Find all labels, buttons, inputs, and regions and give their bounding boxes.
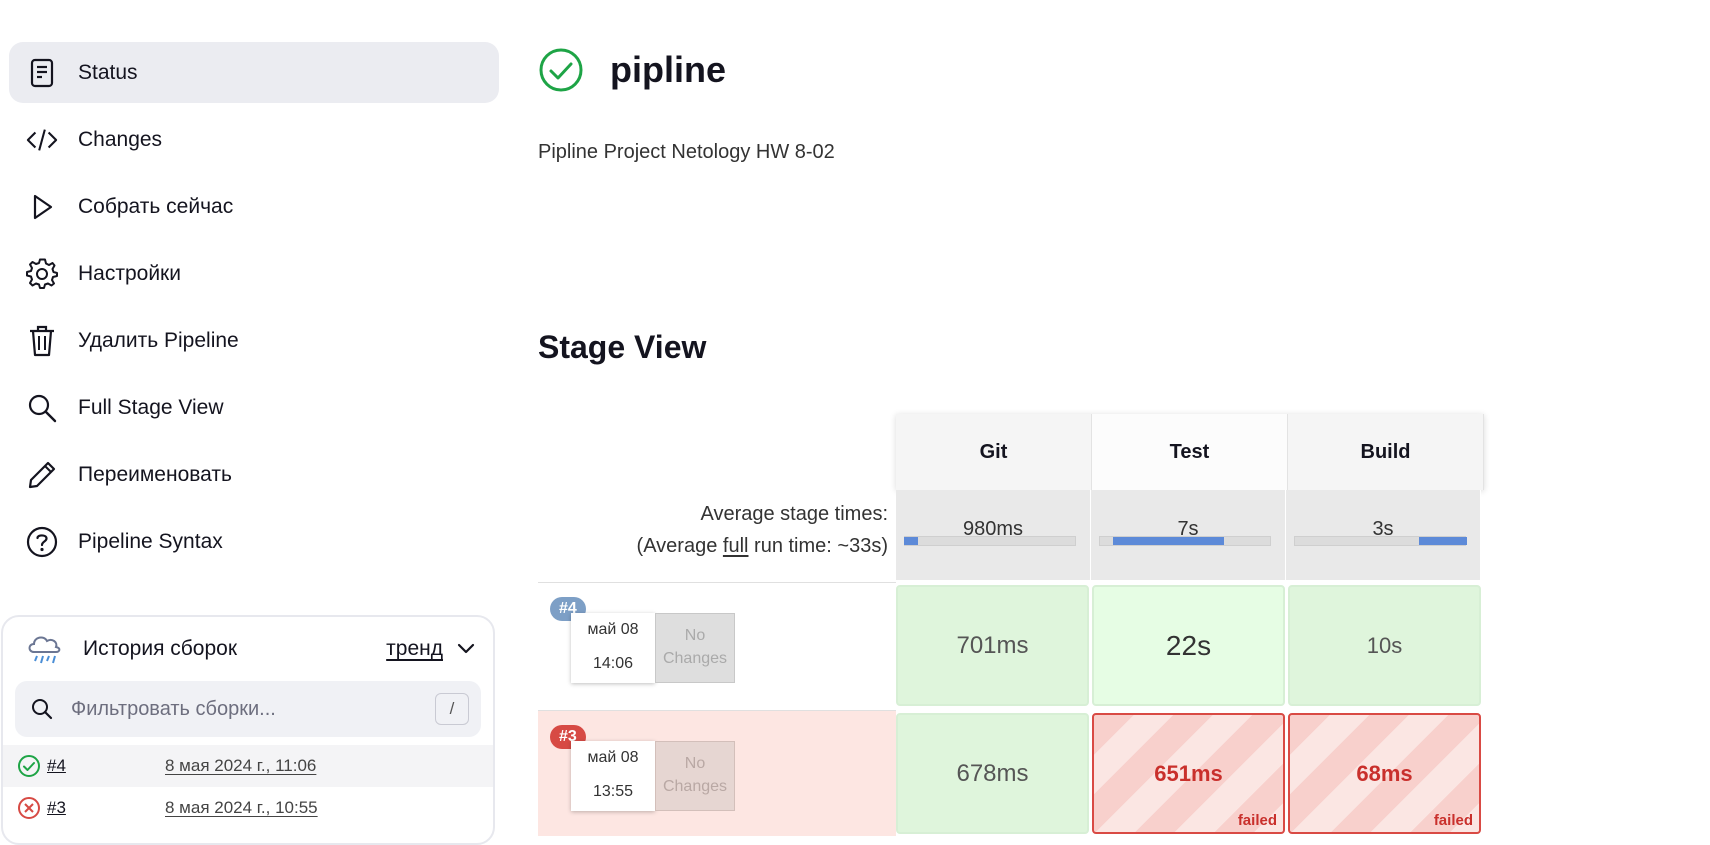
keyboard-shortcut-hint: / xyxy=(435,693,469,725)
build-history-title: История сборок xyxy=(83,637,238,660)
average-time-bar-fill xyxy=(1112,537,1224,545)
stage-header-git: Git xyxy=(896,414,1092,490)
sidebar-item-label: Настройки xyxy=(78,261,181,285)
sidebar-item-label: Status xyxy=(78,60,138,84)
stage-cell[interactable]: 10s xyxy=(1288,585,1481,706)
average-stage-times-text: Average stage times: xyxy=(700,503,888,525)
sidebar-item-label: Pipeline Syntax xyxy=(78,529,223,553)
full-run-prefix: (Average xyxy=(636,535,723,557)
chevron-down-icon[interactable] xyxy=(457,643,475,655)
play-icon xyxy=(26,191,58,223)
document-icon xyxy=(26,57,58,89)
sidebar-item-delete-pipeline[interactable]: Удалить Pipeline xyxy=(9,310,499,371)
search-icon xyxy=(31,698,53,720)
gear-icon xyxy=(26,258,58,290)
pipeline-run-row: #3 май 08 13:55 No Changes 678ms 651ms f… xyxy=(538,710,1486,836)
sidebar-item-full-stage-view[interactable]: Full Stage View xyxy=(9,377,499,438)
run-info: #4 май 08 14:06 No Changes xyxy=(538,582,896,708)
average-time-cell: 3s xyxy=(1286,490,1481,580)
sidebar-item-settings[interactable]: Настройки xyxy=(9,243,499,304)
average-times-row: 980ms 7s 3s xyxy=(896,490,1481,580)
stage-failed-label: failed xyxy=(1433,812,1473,829)
stage-duration: 68ms xyxy=(1356,760,1413,786)
pipeline-run-row: #4 май 08 14:06 No Changes 701ms 22s 10s xyxy=(538,582,1486,708)
full-run-suffix: run time: ~33s) xyxy=(748,535,888,557)
pencil-icon xyxy=(26,459,58,491)
filter-builds-box: / xyxy=(15,681,481,737)
trend-link[interactable]: тренд xyxy=(386,637,443,661)
help-circle-icon xyxy=(26,526,58,558)
average-time-cell: 7s xyxy=(1091,490,1286,580)
run-date: май 08 xyxy=(587,621,639,638)
stage-duration: 701ms xyxy=(956,631,1029,659)
run-time: 14:06 xyxy=(592,655,634,672)
build-history-row[interactable]: #4 8 мая 2024 г., 11:06 xyxy=(3,745,493,787)
stage-cell-failed[interactable]: 68ms failed xyxy=(1288,713,1481,834)
sidebar-item-label: Собрать сейчас xyxy=(78,194,234,218)
average-full-run-text: (Average full run time: ~33s) xyxy=(538,530,888,562)
trash-icon xyxy=(26,325,58,357)
sidebar-item-rename[interactable]: Переименовать xyxy=(9,444,499,505)
stage-failed-label: failed xyxy=(1237,812,1277,829)
stage-header-row: Git Test Build xyxy=(896,414,1484,490)
run-date-card: май 08 14:06 xyxy=(571,613,655,683)
stage-duration: 678ms xyxy=(956,759,1029,787)
average-time-cell: 980ms xyxy=(896,490,1091,580)
build-date-link[interactable]: 8 мая 2024 г., 11:06 xyxy=(165,756,316,776)
code-icon xyxy=(26,124,58,156)
failed-status-icon xyxy=(17,796,41,820)
stage-duration: 10s xyxy=(1366,632,1403,658)
stage-cell-failed[interactable]: 651ms failed xyxy=(1092,713,1285,834)
filter-builds-input[interactable] xyxy=(69,696,435,722)
sidebar-item-pipeline-syntax[interactable]: Pipeline Syntax xyxy=(9,511,499,572)
success-status-icon xyxy=(538,47,584,93)
stage-view-title: Stage View xyxy=(538,329,707,365)
build-number-link[interactable]: #4 xyxy=(47,756,165,776)
run-date-card: май 08 13:55 xyxy=(571,741,655,811)
stage-header-test: Test xyxy=(1092,414,1288,490)
build-history-panel: История сборок тренд / #4 8 мая 2024 г.,… xyxy=(1,615,495,845)
run-time: 13:55 xyxy=(592,783,634,800)
sidebar-item-changes[interactable]: Changes xyxy=(9,109,499,170)
sidebar-item-status[interactable]: Status xyxy=(9,42,499,103)
stage-cell[interactable]: 678ms xyxy=(896,713,1089,834)
sidebar-item-label: Full Stage View xyxy=(78,395,224,419)
sidebar-item-build-now[interactable]: Собрать сейчас xyxy=(9,176,499,237)
run-changes[interactable]: No Changes xyxy=(655,741,735,811)
sidebar-item-label: Удалить Pipeline xyxy=(78,328,239,352)
project-description: Pipline Project Netology HW 8-02 xyxy=(538,141,835,163)
stage-duration: 651ms xyxy=(1154,760,1223,786)
full-run-link[interactable]: full xyxy=(723,535,749,557)
rain-cloud-icon xyxy=(25,630,63,668)
stage-header-build: Build xyxy=(1288,414,1484,490)
run-changes[interactable]: No Changes xyxy=(655,613,735,683)
build-number-link[interactable]: #3 xyxy=(47,798,165,818)
search-icon xyxy=(26,392,58,424)
sidebar-item-label: Changes xyxy=(78,127,163,151)
run-date: май 08 xyxy=(587,749,639,766)
success-status-icon xyxy=(17,754,41,778)
sidebar: Status Changes Собрать сейчас Настройки … xyxy=(9,42,499,578)
average-times-label: Average stage times: (Average full run t… xyxy=(538,490,888,580)
average-time-bar-fill xyxy=(904,537,918,545)
stage-cell[interactable]: 701ms xyxy=(896,585,1089,706)
run-info: #3 май 08 13:55 No Changes xyxy=(538,710,896,836)
sidebar-item-label: Переименовать xyxy=(78,462,232,486)
average-time-bar-fill xyxy=(1418,537,1467,545)
page-title: pipline xyxy=(610,49,726,90)
average-time-bar-track xyxy=(904,536,1076,546)
stage-cell[interactable]: 22s xyxy=(1092,585,1285,706)
stage-duration: 22s xyxy=(1165,629,1212,661)
build-date-link[interactable]: 8 мая 2024 г., 10:55 xyxy=(165,798,318,818)
build-history-header: История сборок тренд xyxy=(3,617,493,681)
